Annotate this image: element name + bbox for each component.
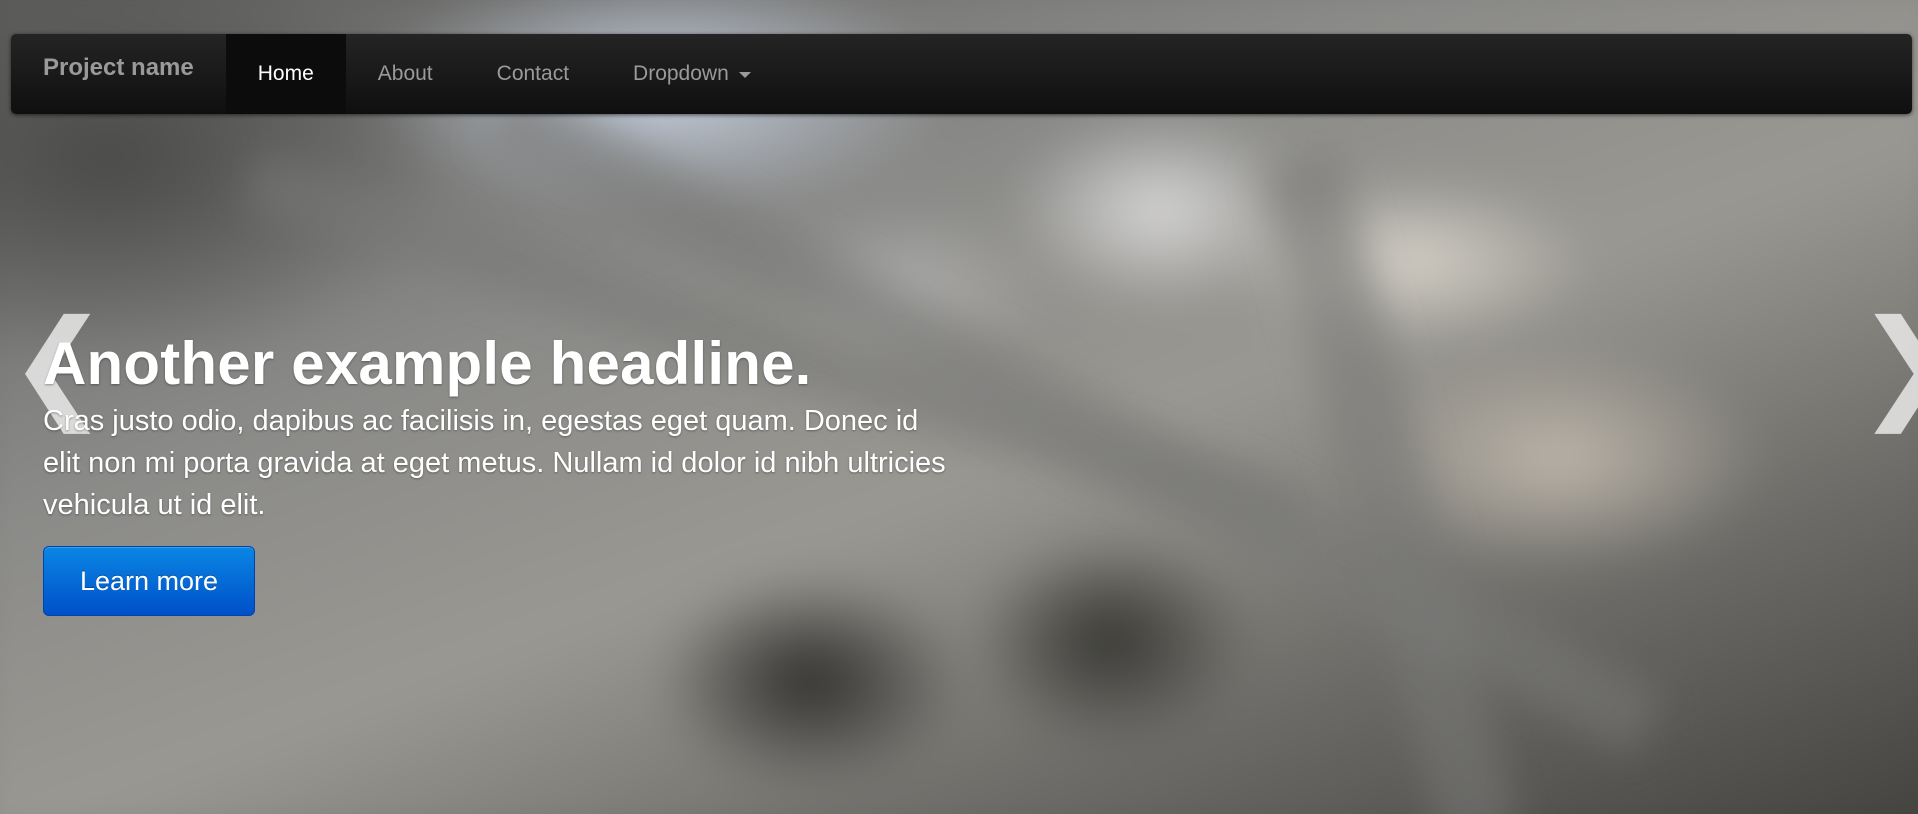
brand-link[interactable]: Project name (11, 32, 226, 104)
carousel-headline: Another example headline. (43, 330, 812, 397)
dropdown-label: Dropdown (633, 62, 729, 85)
nav-item-about[interactable]: About (346, 34, 465, 114)
learn-more-button[interactable]: Learn more (43, 546, 255, 616)
carousel: Project name Home About Contact Dropdown… (0, 0, 1918, 814)
carousel-lead-text: Cras justo odio, dapibus ac facilisis in… (43, 405, 946, 521)
carousel-next-icon[interactable]: ❯ (1856, 300, 1918, 430)
nav-item-contact[interactable]: Contact (465, 34, 601, 114)
carousel-caption: Another example headline. Cras justo odi… (43, 328, 963, 616)
nav-item-home[interactable]: Home (225, 34, 346, 114)
nav-item-dropdown[interactable]: Dropdown (601, 34, 783, 114)
caret-down-icon (738, 72, 751, 78)
navbar: Project name Home About Contact Dropdown (11, 34, 1912, 114)
